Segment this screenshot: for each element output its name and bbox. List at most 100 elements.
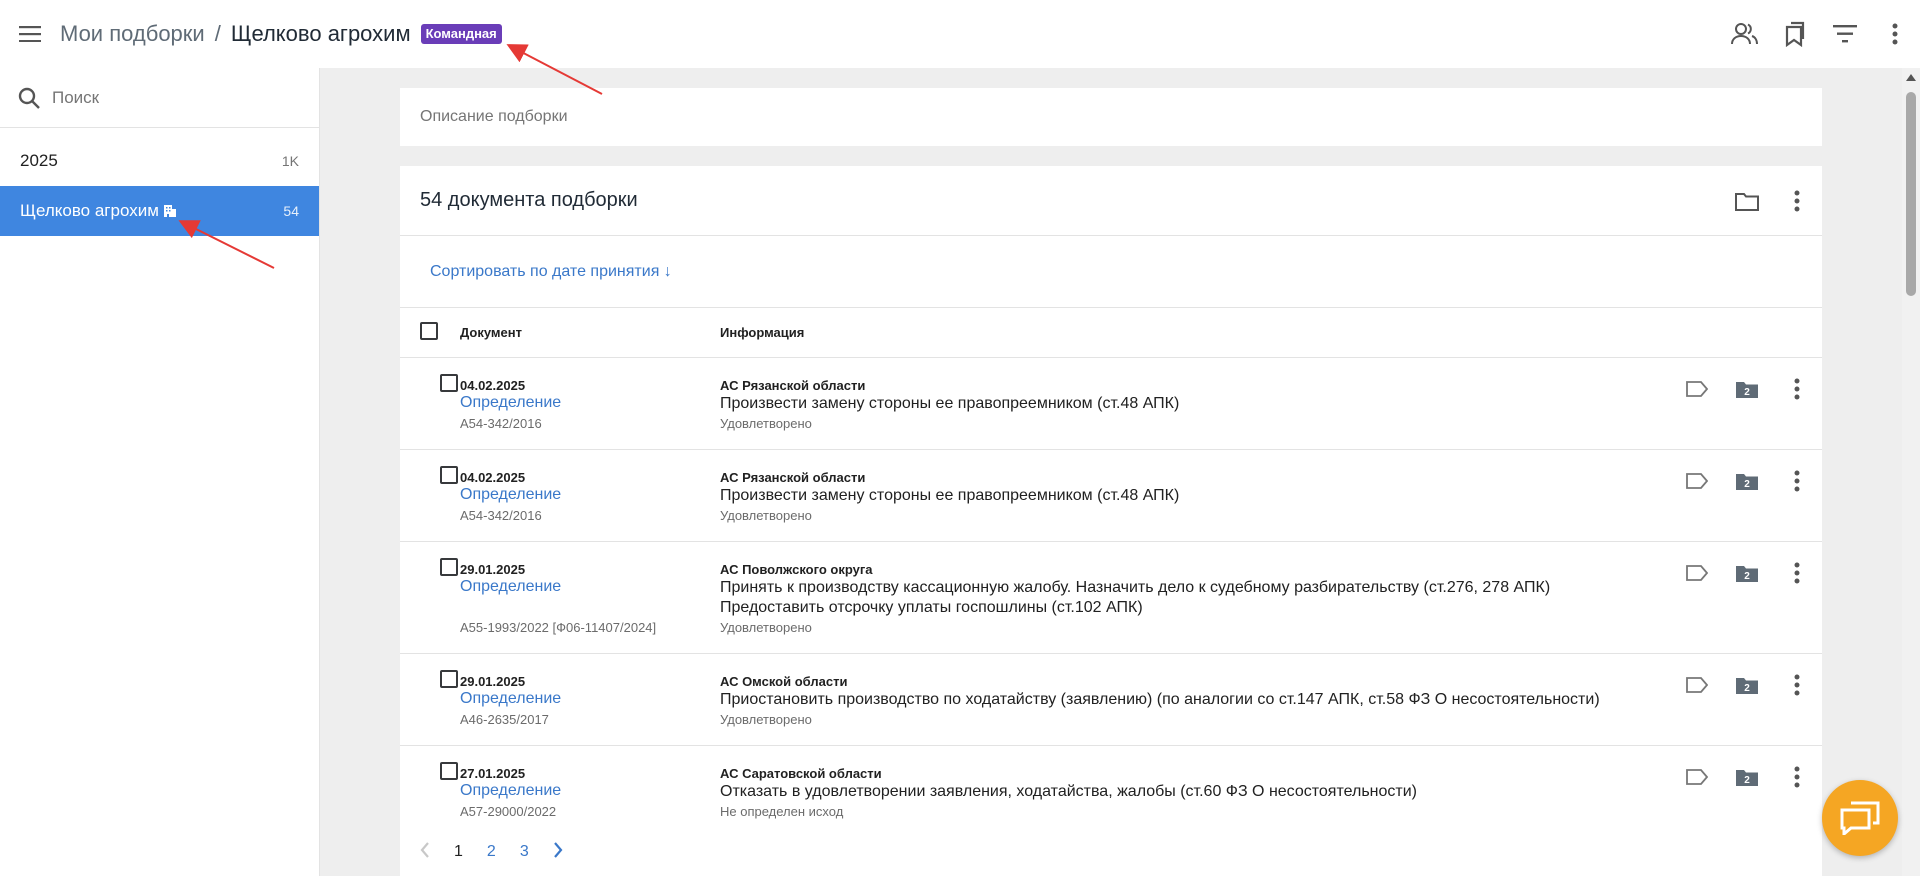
folder-count-button[interactable]: 2 xyxy=(1722,660,1772,710)
documents-actions xyxy=(1722,176,1822,226)
tag-icon xyxy=(1686,565,1708,581)
court-name: АС Омской области xyxy=(720,674,848,689)
row-checkbox[interactable] xyxy=(440,670,458,688)
table-row: 29.01.2025 Определение А46-2635/2017 АС … xyxy=(400,654,1822,746)
documents-more-button[interactable] xyxy=(1772,176,1822,226)
sidebar-item-count: 1K xyxy=(281,153,299,169)
row-more-button[interactable] xyxy=(1772,364,1822,414)
page-2[interactable]: 2 xyxy=(487,843,496,861)
tag-button[interactable] xyxy=(1672,660,1722,710)
more-vertical-icon xyxy=(1794,674,1800,696)
select-all-checkbox[interactable] xyxy=(420,322,438,340)
documents-card-header: 54 документа подборки xyxy=(400,166,1822,236)
info-lines: Отказать в удовлетворении заявления, ход… xyxy=(720,782,1417,802)
more-vertical-icon xyxy=(1794,766,1800,788)
app-header: Мои подборки / Щелково агрохим Командная xyxy=(0,0,1920,68)
row-more-button[interactable] xyxy=(1772,660,1822,710)
collection-description[interactable]: Описание подборки xyxy=(400,88,1822,146)
page-scrollbar[interactable] xyxy=(1902,68,1920,876)
doc-number: А57-29000/2022 xyxy=(460,804,557,819)
tag-button[interactable] xyxy=(1672,548,1722,598)
row-more-button[interactable] xyxy=(1772,456,1822,506)
bookmarks-icon xyxy=(1785,21,1805,47)
doc-type-link[interactable]: Определение xyxy=(460,486,561,504)
folder-icon: 2 xyxy=(1736,382,1758,398)
building-icon xyxy=(163,205,176,217)
sort-by-date-link[interactable]: Сортировать по дате принятия ↓ xyxy=(430,263,672,281)
info-line: Приостановить производство по ходатайств… xyxy=(720,691,1600,708)
more-vertical-icon xyxy=(1794,470,1800,492)
filter-icon xyxy=(1833,25,1857,43)
info-line: Произвести замену стороны ее правопреемн… xyxy=(720,487,1180,504)
folder-count: 2 xyxy=(1744,479,1750,490)
row-checkbox[interactable] xyxy=(440,762,458,780)
search-input[interactable] xyxy=(52,87,292,108)
row-checkbox[interactable] xyxy=(440,374,458,392)
folder-count-button[interactable]: 2 xyxy=(1722,456,1772,506)
folder-count-button[interactable]: 2 xyxy=(1722,752,1772,802)
sidebar-item-shchelkovo-agrokhim[interactable]: Щелково агрохим 54 xyxy=(0,186,319,236)
next-page-button[interactable] xyxy=(553,841,563,863)
court-name: АС Рязанской области xyxy=(720,470,866,485)
scroll-thumb[interactable] xyxy=(1906,92,1916,296)
doc-type-link[interactable]: Определение xyxy=(460,394,561,412)
table-header: Документ Информация xyxy=(400,308,1822,358)
table-body: 04.02.2025 Определение А54-342/2016 АС Р… xyxy=(400,358,1822,838)
search-icon xyxy=(18,87,40,109)
sidebar-item-2025[interactable]: 2025 1K xyxy=(0,136,319,186)
info-lines: Произвести замену стороны ее правопреемн… xyxy=(720,394,1179,414)
pagination: 1 2 3 xyxy=(400,828,1822,876)
status-text: Удовлетворено xyxy=(720,508,812,523)
sort-row: Сортировать по дате принятия ↓ xyxy=(400,236,1822,308)
chevron-left-icon xyxy=(420,841,429,858)
folder-icon: 2 xyxy=(1736,770,1758,786)
folder-count-button[interactable]: 2 xyxy=(1722,548,1772,598)
bookmarks-button[interactable] xyxy=(1770,0,1820,68)
row-actions: 2 xyxy=(1672,456,1822,506)
doc-date: 27.01.2025 xyxy=(460,766,526,781)
row-more-button[interactable] xyxy=(1772,548,1822,598)
table-row: 04.02.2025 Определение А54-342/2016 АС Р… xyxy=(400,450,1822,542)
column-header-info: Информация xyxy=(720,325,805,340)
more-menu-button[interactable] xyxy=(1870,0,1920,68)
row-more-button[interactable] xyxy=(1772,752,1822,802)
support-chat-button[interactable] xyxy=(1822,780,1898,856)
doc-type-link[interactable]: Определение xyxy=(460,782,561,800)
info-line: Произвести замену стороны ее правопреемн… xyxy=(720,395,1180,412)
users-icon xyxy=(1731,23,1758,45)
info-lines: Приостановить производство по ходатайств… xyxy=(720,690,1600,710)
doc-type-link[interactable]: Определение xyxy=(460,690,561,708)
move-to-folder-button[interactable] xyxy=(1722,176,1772,226)
info-line: Принять к производству кассационную жало… xyxy=(720,579,1551,596)
tag-icon xyxy=(1686,769,1708,785)
hamburger-icon xyxy=(19,26,41,42)
court-name: АС Поволжского округа xyxy=(720,562,873,577)
folder-count: 2 xyxy=(1744,387,1750,398)
doc-type-link[interactable]: Определение xyxy=(460,578,561,596)
filter-button[interactable] xyxy=(1820,0,1870,68)
scroll-up-arrow[interactable] xyxy=(1906,74,1916,81)
breadcrumb-root-link[interactable]: Мои подборки xyxy=(60,21,205,47)
page-3[interactable]: 3 xyxy=(520,843,529,861)
tag-button[interactable] xyxy=(1672,364,1722,414)
tag-button[interactable] xyxy=(1672,752,1722,802)
table-row: 29.01.2025 Определение А55-1993/2022 [Ф0… xyxy=(400,542,1822,654)
chevron-right-icon xyxy=(553,841,563,858)
tag-icon xyxy=(1686,381,1708,397)
doc-date: 29.01.2025 xyxy=(460,674,526,689)
chat-icon xyxy=(1840,801,1880,835)
breadcrumb: Мои подборки / Щелково агрохим Командная xyxy=(60,21,502,47)
sidebar-item-label-wrap: Щелково агрохим xyxy=(20,201,177,221)
prev-page-button[interactable] xyxy=(420,841,430,863)
users-button[interactable] xyxy=(1720,0,1770,68)
page-1[interactable]: 1 xyxy=(454,843,463,861)
row-actions: 2 xyxy=(1672,548,1822,598)
row-checkbox[interactable] xyxy=(440,558,458,576)
row-checkbox[interactable] xyxy=(440,466,458,484)
tag-button[interactable] xyxy=(1672,456,1722,506)
folder-count-button[interactable]: 2 xyxy=(1722,364,1772,414)
menu-button[interactable] xyxy=(0,0,60,68)
row-actions: 2 xyxy=(1672,364,1822,414)
header-actions xyxy=(1720,0,1920,68)
doc-number: А54-342/2016 xyxy=(460,416,542,431)
